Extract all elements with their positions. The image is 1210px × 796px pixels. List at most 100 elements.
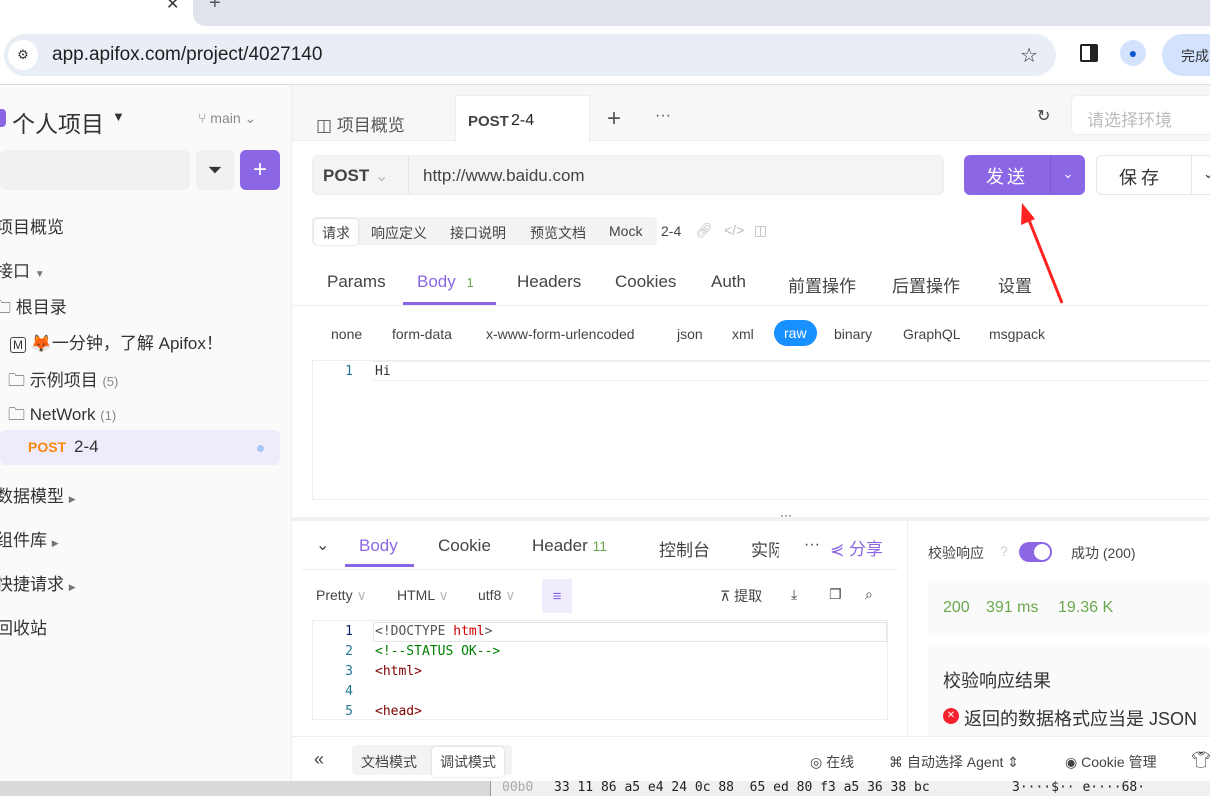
new-tab-icon[interactable]: + [209, 0, 221, 15]
body-type-binary[interactable]: binary [834, 326, 872, 342]
response-body-viewer[interactable]: 1 <!DOCTYPE html> 2 <!--STATUS OK--> 3 <html>… [312, 620, 888, 720]
sidebar-item-trash[interactable]: 回收站 [0, 614, 47, 639]
tab-pre-processors[interactable]: 前置操作 [788, 272, 856, 297]
sidebar-item-overview[interactable]: 项目概览 [0, 213, 64, 238]
wrap-lines-icon[interactable]: ≡ [542, 579, 572, 613]
tab-overview[interactable]: ◫ 项目概览 [316, 111, 405, 136]
side-panel-icon[interactable] [1080, 44, 1098, 62]
tab-settings[interactable]: 设置 [998, 272, 1032, 297]
panel-icon[interactable]: ◫ [754, 222, 767, 239]
tab-post-processors[interactable]: 后置操作 [892, 272, 960, 297]
tab-params[interactable]: Params [327, 272, 386, 292]
filter-button[interactable]: ⏷ [196, 150, 234, 190]
sidebar: 个人项目 ▼ ⑂ main ⌄ ⏷ + 项目概览 接口 ▼ 🗀 根目录 M 🦊一… [0, 85, 291, 785]
resp-tab-header[interactable]: Header 11 [532, 536, 607, 556]
encoding-select[interactable]: utf8 ∨ [478, 587, 516, 604]
folder-icon: 🗀 [0, 298, 11, 317]
chevron-down-icon[interactable]: ⌄ [375, 166, 388, 186]
subtab-description[interactable]: 接口说明 [450, 223, 506, 243]
tab-post-2-4[interactable]: POST 2-4 [455, 95, 590, 142]
tab-cookies[interactable]: Cookies [615, 272, 676, 292]
address-bar[interactable]: ⚙ app.apifox.com/project/4027140 ☆ [4, 34, 1056, 76]
save-button[interactable]: 保存 ⌄ [1096, 155, 1210, 195]
subtab-response-def[interactable]: 响应定义 [371, 223, 427, 243]
refresh-icon[interactable]: ↻ [1037, 106, 1050, 126]
resp-tab-cookie[interactable]: Cookie [438, 536, 491, 556]
tab-auth[interactable]: Auth [711, 272, 746, 292]
line-number: 1 [345, 364, 353, 379]
send-button[interactable]: 发送 ⌄ [964, 155, 1085, 195]
copy-icon[interactable]: ❐ [829, 586, 842, 603]
line-number: 1 [345, 624, 353, 639]
extract-button[interactable]: ⊼ 提取 [720, 586, 762, 606]
tree-folder-examples[interactable]: 🗀 示例项目 (5) [8, 366, 118, 397]
profile-button[interactable]: 完成 [1162, 34, 1210, 76]
code-icon[interactable]: </> [724, 222, 744, 238]
download-icon[interactable]: ⤓ [791, 586, 797, 603]
url-text: app.apifox.com/project/4027140 [52, 44, 323, 65]
collapse-chevron-icon[interactable]: ⌄ [316, 535, 329, 555]
body-type-none[interactable]: none [331, 326, 362, 342]
sidebar-item-apis[interactable]: 接口 ▼ [0, 257, 45, 282]
subtab-preview[interactable]: 预览文档 [530, 223, 586, 243]
search-input[interactable] [0, 150, 190, 190]
divider [302, 569, 898, 570]
agent-select[interactable]: ⌘ 自动选择 Agent ⇕ [889, 752, 1019, 772]
profile-avatar-icon[interactable]: ● [1120, 40, 1146, 66]
cookie-manager[interactable]: ◉ Cookie 管理 [1065, 752, 1157, 772]
tab-headers[interactable]: Headers [517, 272, 581, 292]
body-type-form-data[interactable]: form-data [392, 326, 452, 342]
online-status[interactable]: ◎ 在线 [810, 752, 854, 772]
bookmark-star-icon[interactable]: ☆ [1020, 43, 1038, 68]
tree-item-intro[interactable]: M 🦊一分钟，了解 Apifox！ [10, 329, 223, 354]
branch-selector[interactable]: ⑂ main ⌄ [198, 110, 256, 127]
search-icon[interactable]: ⌕ [865, 586, 873, 603]
body-type-msgpack[interactable]: msgpack [989, 326, 1045, 342]
close-tab-icon[interactable]: ✕ [166, 0, 179, 14]
body-type-urlencoded[interactable]: x-www-form-urlencoded [486, 326, 635, 342]
body-type-json[interactable]: json [677, 326, 703, 342]
body-type-xml[interactable]: xml [732, 326, 754, 342]
tree-folder-network[interactable]: 🗀 NetWork (1) [8, 402, 116, 431]
unsaved-dot [257, 445, 264, 452]
save-dropdown-icon[interactable]: ⌄ [1191, 156, 1210, 194]
project-name[interactable]: 个人项目 [12, 105, 104, 139]
sidebar-item-models[interactable]: 数据模型 ▶ [0, 482, 76, 507]
folder-icon: 🗀 [8, 405, 25, 424]
tree-item-post-2-4[interactable]: POST 2-4 [0, 430, 280, 465]
shirt-icon[interactable]: 👕︎ [1191, 750, 1210, 770]
doc-mode-button[interactable]: 文档模式 [361, 752, 417, 772]
format-pretty-select[interactable]: Pretty ∨ [316, 587, 367, 604]
url-input[interactable]: http://www.baidu.com [408, 156, 944, 194]
method-select[interactable]: POST [323, 166, 369, 186]
sidebar-item-components[interactable]: 组件库 ▶ [0, 526, 59, 551]
resp-tab-actual[interactable]: 实际 [751, 536, 779, 561]
format-html-select[interactable]: HTML ∨ [397, 587, 449, 604]
subtab-request[interactable]: 请求 [314, 219, 358, 245]
resp-tab-console[interactable]: 控制台 [659, 536, 710, 561]
environment-select[interactable]: 请选择环境 [1071, 95, 1210, 135]
sidebar-item-quick-requests[interactable]: 快捷请求 ▶ [0, 570, 76, 595]
debug-mode-button[interactable]: 调试模式 [432, 747, 504, 777]
tree-root[interactable]: 🗀 根目录 [0, 293, 67, 324]
send-dropdown-icon[interactable]: ⌄ [1050, 155, 1085, 195]
response-time: 391 ms [986, 599, 1039, 616]
new-tab-plus-icon[interactable]: + [607, 105, 621, 133]
resp-tab-body[interactable]: Body [359, 536, 398, 556]
help-icon[interactable]: ? [1000, 543, 1008, 559]
share-button[interactable]: ⋞ 分享 [830, 535, 883, 560]
site-settings-icon[interactable]: ⚙ [8, 40, 38, 70]
body-type-raw[interactable]: raw [774, 320, 817, 346]
raw-body-editor[interactable]: 1 Hi [312, 360, 1210, 500]
more-icon[interactable]: ··· [655, 107, 671, 125]
body-type-graphql[interactable]: GraphQL [903, 326, 961, 342]
add-button[interactable]: + [240, 150, 280, 190]
subtab-mock[interactable]: Mock [609, 223, 642, 239]
more-icon[interactable]: ··· [804, 536, 820, 554]
validate-toggle[interactable] [1019, 542, 1052, 562]
caret-down-icon[interactable]: ▼ [112, 109, 125, 124]
link-icon[interactable]: 🔗︎ [695, 222, 713, 239]
collapse-sidebar-icon[interactable]: « [314, 749, 324, 770]
tab-body[interactable]: Body 1 [417, 272, 474, 292]
code-line: <head> [375, 704, 422, 719]
